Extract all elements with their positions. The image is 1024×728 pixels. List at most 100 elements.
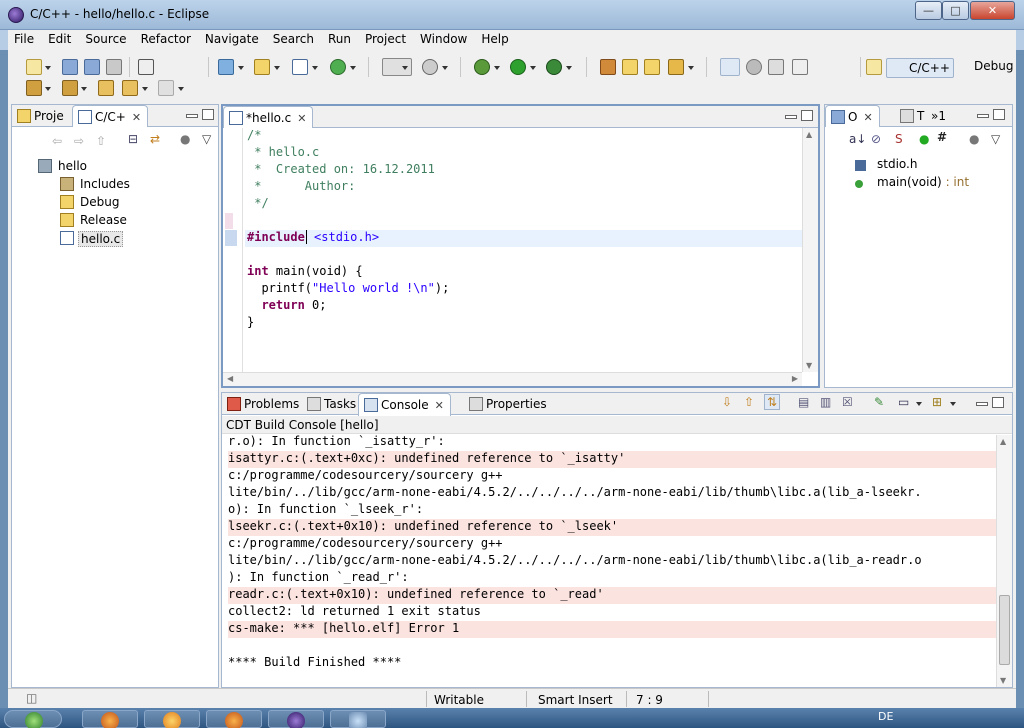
open-element-icon[interactable] bbox=[622, 59, 638, 75]
console-vertical-scrollbar[interactable]: ▲ ▼ bbox=[996, 435, 1012, 687]
editor-horizontal-scrollbar[interactable]: ◀ ▶ bbox=[223, 372, 802, 386]
tab-console[interactable]: Console ✕ bbox=[358, 393, 451, 416]
console-output[interactable]: r.o): In function `_isatty_r': isattyr.c:… bbox=[222, 435, 996, 687]
minimize-view-icon[interactable] bbox=[977, 114, 989, 118]
tree-item-release[interactable]: Release bbox=[12, 211, 212, 229]
minimize-view-icon[interactable] bbox=[785, 115, 797, 119]
copy-build-log-icon[interactable]: ▤ bbox=[798, 395, 809, 409]
save-icon[interactable] bbox=[62, 59, 78, 75]
tab-problems[interactable]: Problems bbox=[222, 393, 305, 415]
scroll-up-icon[interactable]: ▲ bbox=[1000, 437, 1006, 446]
link-editor-icon[interactable]: ⇄ bbox=[150, 132, 160, 146]
toggle-mark-occurrences-icon[interactable] bbox=[720, 58, 740, 76]
open-perspective-icon[interactable] bbox=[866, 59, 882, 75]
back-nav-icon[interactable]: ⇦ bbox=[52, 134, 62, 148]
editor-vertical-scrollbar[interactable]: ▲ ▼ bbox=[802, 128, 818, 372]
previous-error-icon[interactable]: ⇧ bbox=[744, 395, 754, 409]
maximize-view-icon[interactable] bbox=[202, 109, 214, 120]
taskbar-eclipse[interactable] bbox=[268, 710, 324, 728]
display-console-dropdown-icon[interactable] bbox=[916, 402, 922, 406]
new-source-folder-icon[interactable] bbox=[254, 59, 270, 75]
minimize-view-icon[interactable] bbox=[186, 114, 198, 118]
maximize-view-icon[interactable] bbox=[992, 397, 1004, 408]
external-tools-dropdown-icon[interactable] bbox=[566, 66, 572, 70]
scroll-down-icon[interactable]: ▼ bbox=[1000, 676, 1006, 685]
editor-ruler[interactable] bbox=[223, 128, 243, 372]
tab-hello-c[interactable]: *hello.c ✕ bbox=[223, 106, 314, 129]
tree-item-includes[interactable]: Includes bbox=[12, 175, 212, 193]
tray-language[interactable]: DE bbox=[878, 710, 893, 723]
next-annotation-icon[interactable] bbox=[26, 80, 42, 96]
scroll-left-icon[interactable]: ◀ bbox=[227, 374, 233, 383]
scroll-up-icon[interactable]: ▲ bbox=[806, 130, 812, 139]
tree-item-hello[interactable]: hello bbox=[12, 157, 212, 175]
code-editor[interactable]: /* * hello.c * Created on: 16.12.2011 * … bbox=[223, 128, 802, 372]
tab-overflow[interactable]: »1 bbox=[923, 105, 952, 127]
open-console-icon[interactable]: ⊞ bbox=[932, 395, 942, 409]
perspective-debug[interactable]: Debug bbox=[956, 59, 1013, 73]
new-class-icon[interactable] bbox=[330, 59, 346, 75]
perspective-cc[interactable]: C/C++ bbox=[886, 58, 954, 78]
filters-icon[interactable]: ● bbox=[969, 132, 979, 146]
external-tools-icon[interactable] bbox=[546, 59, 562, 75]
hide-nonpublic-icon[interactable]: ● bbox=[919, 132, 929, 146]
show-whitespace-icon[interactable] bbox=[768, 59, 784, 75]
close-tab-icon[interactable]: ✕ bbox=[863, 111, 872, 124]
paragraph-icon[interactable] bbox=[792, 59, 808, 75]
menu-source[interactable]: Source bbox=[78, 30, 133, 46]
scroll-lock-icon[interactable]: ⇅ bbox=[764, 394, 781, 410]
run-icon[interactable] bbox=[510, 59, 526, 75]
minimize-view-icon[interactable] bbox=[976, 402, 988, 406]
run-dropdown-icon[interactable] bbox=[530, 66, 536, 70]
new-dropdown-icon[interactable] bbox=[45, 66, 51, 70]
maximize-view-icon[interactable] bbox=[993, 109, 1005, 120]
back-icon[interactable] bbox=[122, 80, 138, 96]
new-source-file-dropdown-icon[interactable] bbox=[312, 66, 318, 70]
open-console-dropdown-icon[interactable] bbox=[950, 402, 956, 406]
clear-console-icon[interactable]: ▥ bbox=[820, 395, 831, 409]
new-icon[interactable] bbox=[26, 59, 42, 75]
taskbar-paint[interactable] bbox=[330, 710, 386, 728]
block-selection-icon[interactable] bbox=[746, 59, 762, 75]
view-menu-icon[interactable]: ▽ bbox=[991, 132, 1000, 146]
view-menu-icon[interactable]: ▽ bbox=[202, 132, 211, 146]
new-source-file-icon[interactable] bbox=[292, 59, 308, 75]
close-tab-icon[interactable]: ✕ bbox=[435, 399, 444, 412]
fast-view-icon[interactable]: ◫ bbox=[26, 691, 37, 705]
save-all-icon[interactable] bbox=[84, 59, 100, 75]
search-icon[interactable] bbox=[668, 59, 684, 75]
tree-item-hello-c[interactable]: hello.c bbox=[12, 229, 212, 247]
menu-run[interactable]: Run bbox=[321, 30, 358, 46]
menu-search[interactable]: Search bbox=[266, 30, 321, 46]
open-type-icon[interactable] bbox=[600, 59, 616, 75]
scrollbar-thumb[interactable] bbox=[999, 595, 1010, 665]
tab-outline[interactable]: O ✕ bbox=[825, 105, 880, 128]
tab-cc-projects[interactable]: C/C+ ✕ bbox=[72, 105, 149, 128]
menu-edit[interactable]: Edit bbox=[41, 30, 78, 46]
hide-fields-icon[interactable]: ⊘ bbox=[871, 132, 881, 146]
taskbar-firefox[interactable] bbox=[82, 710, 138, 728]
start-button[interactable] bbox=[4, 710, 62, 728]
print-icon[interactable] bbox=[106, 59, 122, 75]
forward-dropdown-icon[interactable] bbox=[178, 87, 184, 91]
menu-project[interactable]: Project bbox=[358, 30, 413, 46]
back-dropdown-icon[interactable] bbox=[142, 87, 148, 91]
next-annotation-dropdown-icon[interactable] bbox=[45, 87, 51, 91]
forward-icon[interactable] bbox=[158, 80, 174, 96]
taskbar-firefox-2[interactable] bbox=[206, 710, 262, 728]
close-button[interactable]: ✕ bbox=[970, 1, 1015, 20]
hide-macros-icon[interactable]: # bbox=[937, 130, 947, 144]
up-nav-icon[interactable]: ⇧ bbox=[96, 134, 106, 148]
next-error-icon[interactable]: ⇩ bbox=[722, 395, 732, 409]
new-c-project-icon[interactable] bbox=[218, 59, 234, 75]
minimize-button[interactable]: — bbox=[915, 1, 942, 20]
menu-refactor[interactable]: Refactor bbox=[134, 30, 198, 46]
open-folder-icon[interactable] bbox=[644, 59, 660, 75]
outline-item-main[interactable]: main(void) : int bbox=[855, 175, 969, 193]
last-edit-location-icon[interactable] bbox=[98, 80, 114, 96]
debug-dropdown-icon[interactable] bbox=[494, 66, 500, 70]
search-dropdown-icon[interactable] bbox=[688, 66, 694, 70]
menu-file[interactable]: File bbox=[8, 30, 41, 46]
scroll-down-icon[interactable]: ▼ bbox=[806, 361, 812, 370]
new-class-dropdown-icon[interactable] bbox=[350, 66, 356, 70]
